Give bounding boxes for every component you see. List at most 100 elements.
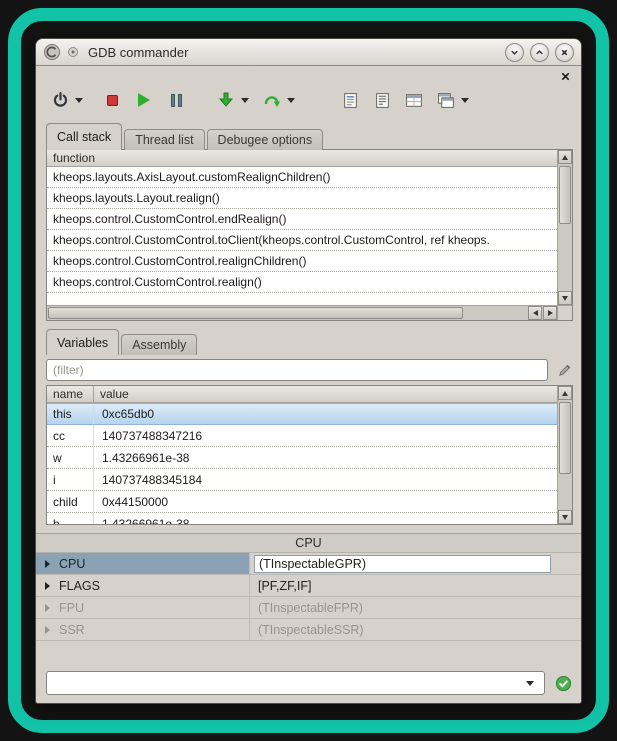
scrollbar-thumb[interactable] [559,402,571,474]
tab[interactable]: Thread list [124,129,204,150]
stop-button[interactable] [100,88,124,112]
tab-label: Assembly [132,338,186,352]
variables-panel: name value this 0xc65db0 cc 140737488347… [46,385,573,525]
window-title: GDB commander [88,45,188,60]
expand-icon[interactable] [45,560,50,568]
debug-toolbar [48,87,472,113]
window-options-button[interactable] [434,88,458,112]
play-icon [138,93,150,107]
step-over-button[interactable] [260,88,284,112]
scroll-right-button[interactable] [543,306,557,320]
variable-row[interactable]: cc 140737488347216 [47,425,557,447]
power-button[interactable] [48,88,72,112]
list-button[interactable] [370,88,394,112]
callstack-row[interactable]: kheops.layouts.AxisLayout.customRealignC… [47,167,557,188]
combobox-dropdown-icon[interactable] [526,681,534,686]
expand-icon[interactable] [45,604,50,612]
callstack-header[interactable]: function [47,150,557,167]
callstack-row-label: kheops.control.CustomControl.endRealign(… [53,212,286,226]
arrow-up-icon [562,155,568,160]
cpu-row-value: (TInspectableSSR) [254,622,368,638]
tab[interactable]: Variables [46,329,119,355]
scroll-up-button[interactable] [558,150,572,164]
document-button[interactable] [338,88,362,112]
step-over-icon [263,92,281,108]
filter-row [46,359,573,381]
cpu-row-label: SSR [59,623,85,637]
cpu-row-name-cell[interactable]: SSR [36,619,250,640]
cpu-row-value-cell[interactable]: (TInspectableSSR) [250,619,581,640]
filter-button[interactable] [555,361,573,379]
cpu-row-value-cell[interactable]: (TInspectableFPR) [250,597,581,618]
variable-value: 140737488345184 [94,469,202,490]
ok-check-icon [555,675,572,692]
pause-icon [171,94,182,107]
value-column-header[interactable]: value [94,387,129,401]
tab[interactable]: Call stack [46,123,122,150]
expand-icon[interactable] [45,626,50,634]
variable-row[interactable]: w 1.43266961e-38 [47,447,557,469]
step-into-dropdown-icon[interactable] [241,98,249,103]
gdb-command-combobox[interactable] [46,671,545,695]
step-into-icon [218,92,234,108]
callstack-row[interactable]: kheops.control.CustomControl.endRealign(… [47,209,557,230]
variables-vertical-scrollbar[interactable] [557,386,572,524]
callstack-row[interactable]: kheops.control.CustomControl.realign() [47,272,557,293]
callstack-row[interactable]: kheops.layouts.Layout.realign() [47,188,557,209]
variable-row[interactable]: child 0x44150000 [47,491,557,513]
cpu-row-value-cell[interactable]: (TInspectableGPR) [250,553,581,574]
variable-value: 140737488347216 [94,425,202,446]
variable-row[interactable]: b 1.43266961e-38 [47,513,557,524]
pause-button[interactable] [164,88,188,112]
variable-name: b [47,513,94,524]
variable-name: this [47,404,94,424]
variable-row[interactable]: i 140737488345184 [47,469,557,491]
watch-window-button[interactable] [402,88,426,112]
cpu-row[interactable]: FLAGS [PF,ZF,IF] [36,575,581,597]
power-dropdown-icon[interactable] [75,98,83,103]
name-column-header[interactable]: name [47,386,94,402]
gdb-command-input[interactable] [47,672,522,694]
send-command-button[interactable] [554,674,572,692]
top-tabs: Call stack Thread list Debugee options [46,123,325,150]
callstack-row-label: kheops.layouts.Layout.realign() [53,191,220,205]
titlebar[interactable]: GDB commander [36,39,581,66]
maximize-button[interactable] [530,43,549,62]
variable-name: cc [47,425,94,446]
cpu-row[interactable]: FPU (TInspectableFPR) [36,597,581,619]
command-row [46,671,573,695]
window-options-dropdown-icon[interactable] [461,98,469,103]
filter-input[interactable] [46,359,548,381]
variables-tabs: Variables Assembly [46,329,199,355]
scroll-up-button[interactable] [558,386,572,400]
callstack-horizontal-scrollbar[interactable] [47,305,557,320]
scrollbar-corner [557,305,572,320]
close-button[interactable] [555,43,574,62]
step-over-dropdown-icon[interactable] [287,98,295,103]
scroll-down-button[interactable] [558,291,572,305]
variables-header[interactable]: name value [47,386,557,403]
cpu-row[interactable]: SSR (TInspectableSSR) [36,619,581,641]
tab[interactable]: Assembly [121,334,197,355]
continue-button[interactable] [132,88,156,112]
cpu-row-name-cell[interactable]: FPU [36,597,250,618]
scroll-left-button[interactable] [528,306,542,320]
minimize-button[interactable] [505,43,524,62]
panel-close-icon[interactable] [558,69,572,83]
cpu-row[interactable]: CPU (TInspectableGPR) [36,553,581,575]
step-into-button[interactable] [214,88,238,112]
expand-icon[interactable] [45,582,50,590]
callstack-row[interactable]: kheops.control.CustomControl.realignChil… [47,251,557,272]
variable-row[interactable]: this 0xc65db0 [47,403,557,425]
tab-label: Call stack [57,130,111,144]
callstack-vertical-scrollbar[interactable] [557,150,572,305]
callstack-row[interactable]: kheops.control.CustomControl.toClient(kh… [47,230,557,251]
cpu-row-name-cell[interactable]: FLAGS [36,575,250,596]
scrollbar-thumb[interactable] [559,166,571,224]
tab-label: Debugee options [218,133,313,147]
tab[interactable]: Debugee options [207,129,324,150]
cpu-row-value-cell[interactable]: [PF,ZF,IF] [250,575,581,596]
cpu-row-name-cell[interactable]: CPU [36,553,250,574]
scrollbar-thumb[interactable] [48,307,463,319]
scroll-down-button[interactable] [558,510,572,524]
